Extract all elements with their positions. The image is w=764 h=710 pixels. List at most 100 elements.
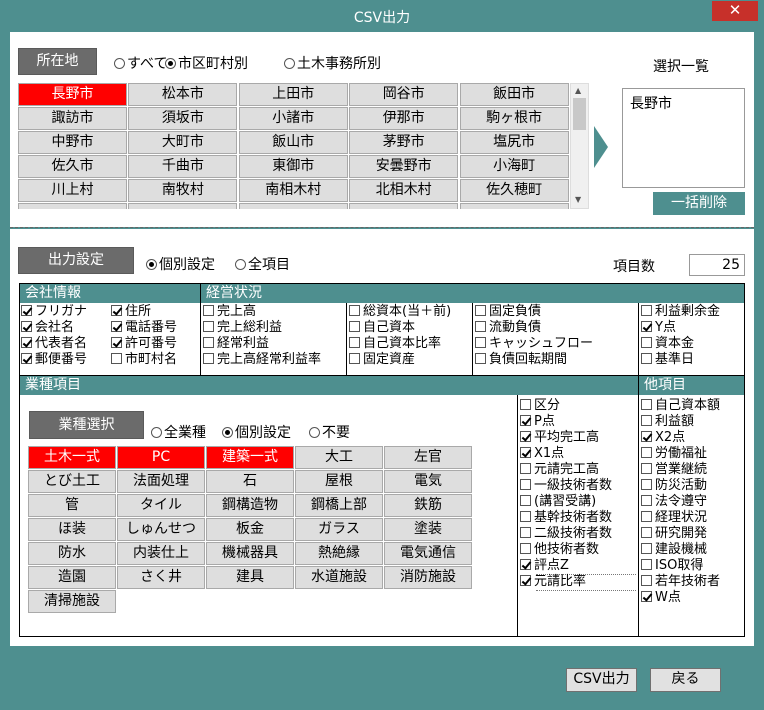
scroll-down-icon[interactable]: ▼: [575, 195, 581, 204]
radio-option[interactable]: 個別設定: [146, 254, 215, 274]
checkbox-item[interactable]: 自己資本比率: [349, 336, 441, 352]
checkbox-icon[interactable]: [520, 559, 531, 570]
municipality-cell[interactable]: 諏訪市: [18, 107, 127, 130]
radio-option[interactable]: 土木事務所別: [284, 53, 381, 73]
checkbox-icon[interactable]: [641, 353, 652, 364]
industry-cell[interactable]: 管: [28, 494, 116, 517]
checkbox-icon[interactable]: [520, 431, 531, 442]
checkbox-icon[interactable]: [203, 321, 214, 332]
industry-cell[interactable]: ガラス: [295, 518, 383, 541]
radio-option[interactable]: 全業種: [151, 422, 206, 442]
checkbox-item[interactable]: 防災活動: [641, 478, 707, 494]
checkbox-item[interactable]: 郵便番号: [21, 352, 87, 368]
checkbox-icon[interactable]: [641, 321, 652, 332]
municipality-cell[interactable]: [459, 203, 569, 209]
checkbox-item[interactable]: 経常利益: [203, 336, 269, 352]
checkbox-icon[interactable]: [520, 575, 531, 586]
checkbox-item[interactable]: 固定負債: [475, 304, 541, 320]
checkbox-item[interactable]: 労働福祉: [641, 446, 707, 462]
radio-icon[interactable]: [284, 58, 295, 69]
scroll-thumb[interactable]: [573, 98, 586, 130]
checkbox-icon[interactable]: [349, 353, 360, 364]
checkbox-item[interactable]: Y点: [641, 320, 676, 336]
checkbox-item[interactable]: P点: [520, 414, 555, 430]
municipality-cell[interactable]: 東御市: [238, 155, 348, 178]
grid-scrollbar[interactable]: ▲ ▼: [570, 83, 589, 209]
municipality-cell[interactable]: 飯田市: [459, 83, 569, 106]
industry-cell[interactable]: 左官: [384, 446, 472, 469]
industry-cell[interactable]: 石: [206, 470, 294, 493]
item-count-field[interactable]: 25: [689, 254, 745, 276]
checkbox-item[interactable]: 市町村名: [111, 352, 177, 368]
checkbox-icon[interactable]: [641, 527, 652, 538]
location-button[interactable]: 所在地: [18, 48, 97, 75]
industry-cell[interactable]: 鋼橋上部: [295, 494, 383, 517]
checkbox-item[interactable]: 基準日: [641, 352, 694, 368]
checkbox-icon[interactable]: [520, 527, 531, 538]
municipality-cell[interactable]: [349, 203, 459, 209]
industry-select-button[interactable]: 業種選択: [29, 411, 144, 439]
checkbox-item[interactable]: 若年技術者: [641, 574, 720, 590]
checkbox-icon[interactable]: [21, 337, 32, 348]
municipality-cell[interactable]: 佐久市: [18, 155, 127, 178]
checkbox-icon[interactable]: [111, 321, 122, 332]
checkbox-item[interactable]: 区分: [520, 398, 560, 414]
checkbox-item[interactable]: 完上高経常利益率: [203, 352, 321, 368]
checkbox-icon[interactable]: [641, 305, 652, 316]
checkbox-icon[interactable]: [641, 447, 652, 458]
industry-cell[interactable]: 熱絶縁: [295, 542, 383, 565]
radio-option[interactable]: すべて: [114, 53, 167, 73]
municipality-cell[interactable]: 駒ヶ根市: [459, 107, 569, 130]
checkbox-item[interactable]: 自己資本: [349, 320, 415, 336]
checkbox-item[interactable]: 経理状況: [641, 510, 707, 526]
checkbox-icon[interactable]: [641, 337, 652, 348]
checkbox-item[interactable]: 総資本(当＋前): [349, 304, 451, 320]
radio-option[interactable]: 個別設定: [222, 422, 291, 442]
checkbox-icon[interactable]: [21, 353, 32, 364]
industry-cell[interactable]: 清掃施設: [28, 590, 116, 613]
checkbox-item[interactable]: 基幹技術者数: [520, 510, 612, 526]
checkbox-icon[interactable]: [520, 511, 531, 522]
checkbox-icon[interactable]: [349, 305, 360, 316]
industry-cell[interactable]: 造園: [28, 566, 116, 589]
checkbox-item[interactable]: 許可番号: [111, 336, 177, 352]
selection-list[interactable]: 長野市: [622, 88, 745, 188]
checkbox-icon[interactable]: [111, 353, 122, 364]
checkbox-icon[interactable]: [520, 415, 531, 426]
industry-cell[interactable]: 消防施設: [384, 566, 472, 589]
industry-cell[interactable]: 土木一式: [28, 446, 116, 469]
checkbox-icon[interactable]: [349, 321, 360, 332]
municipality-cell[interactable]: 南相木村: [238, 179, 348, 202]
radio-icon[interactable]: [235, 259, 246, 270]
checkbox-icon[interactable]: [21, 321, 32, 332]
checkbox-icon[interactable]: [641, 415, 652, 426]
industry-cell[interactable]: 屋根: [295, 470, 383, 493]
radio-option[interactable]: 市区町村別: [165, 53, 248, 73]
municipality-cell[interactable]: [128, 203, 238, 209]
checkbox-item[interactable]: 資本金: [641, 336, 694, 352]
checkbox-item[interactable]: 一級技術者数: [520, 478, 612, 494]
municipality-cell[interactable]: 須坂市: [128, 107, 238, 130]
municipality-cell[interactable]: 大町市: [128, 131, 238, 154]
checkbox-icon[interactable]: [520, 447, 531, 458]
industry-cell[interactable]: さく井: [117, 566, 205, 589]
municipality-cell[interactable]: 上田市: [238, 83, 348, 106]
checkbox-icon[interactable]: [641, 431, 652, 442]
checkbox-icon[interactable]: [475, 321, 486, 332]
checkbox-icon[interactable]: [641, 575, 652, 586]
checkbox-icon[interactable]: [349, 337, 360, 348]
municipality-cell[interactable]: 小海町: [459, 155, 569, 178]
radio-icon[interactable]: [309, 427, 320, 438]
checkbox-item[interactable]: キャッシュフロー: [475, 336, 593, 352]
checkbox-item[interactable]: 法令遵守: [641, 494, 707, 510]
industry-cell[interactable]: 大工: [295, 446, 383, 469]
checkbox-icon[interactable]: [641, 463, 652, 474]
checkbox-item[interactable]: 完上高: [203, 304, 256, 320]
industry-cell[interactable]: 法面処理: [117, 470, 205, 493]
checkbox-item[interactable]: 評点Z: [520, 558, 569, 574]
industry-cell[interactable]: 鉄筋: [384, 494, 472, 517]
checkbox-item[interactable]: 建設機械: [641, 542, 707, 558]
municipality-cell[interactable]: 佐久穂町: [459, 179, 569, 202]
checkbox-item[interactable]: 利益剰余金: [641, 304, 720, 320]
checkbox-item[interactable]: 会社名: [21, 320, 74, 336]
